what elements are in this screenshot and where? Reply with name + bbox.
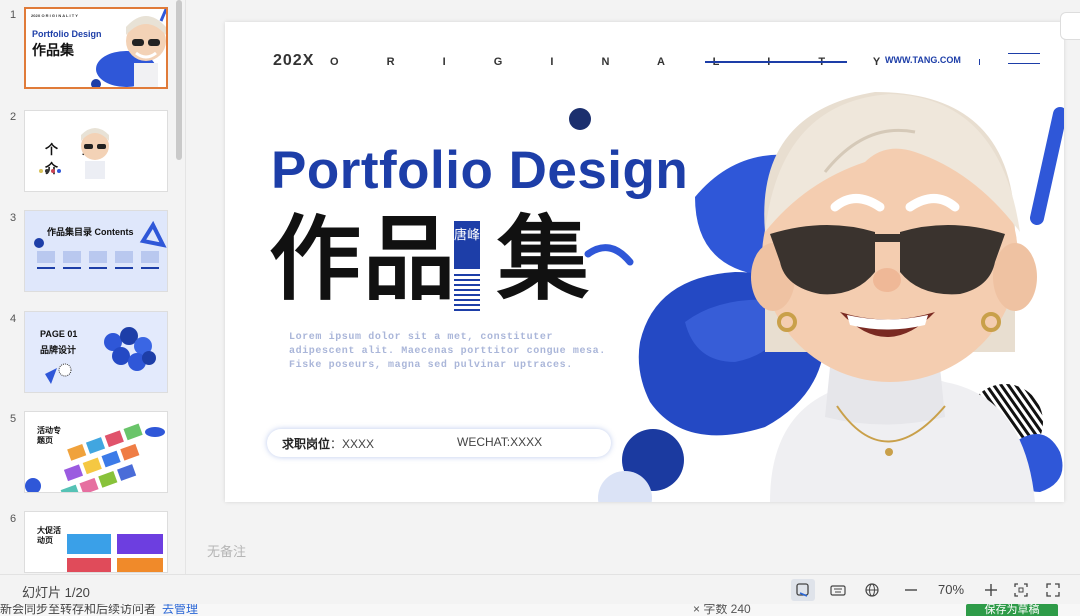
slide-year: 202X <box>273 52 315 69</box>
thumb-illustration <box>67 534 163 572</box>
thumbnail-number: 2 <box>10 111 17 123</box>
manage-link[interactable]: 去管理 <box>162 604 198 616</box>
keyboard-icon <box>830 585 846 596</box>
thumbnail-slide-2[interactable]: 个人 介 <box>24 110 168 192</box>
slide-cn-title-right: 集 <box>497 206 590 313</box>
sync-text: 新会同步至转存和后续访问者 <box>0 604 157 616</box>
fit-icon <box>1014 583 1028 597</box>
thumb-illustration <box>34 220 167 269</box>
slide-title: Portfolio Design <box>271 141 689 200</box>
thumbnail-slide-3[interactable]: 作品集目录 Contents <box>24 210 168 292</box>
presentation-editor: 1 202X O R I G I N A L I T Y Portfolio D… <box>0 0 1080 616</box>
fit-to-window-button[interactable] <box>1009 579 1033 601</box>
job-label: 求职岗位 <box>282 437 331 451</box>
thumbnail-slide-4[interactable]: PAGE 01 品牌设计 <box>24 311 168 393</box>
thumbnail-slide-5[interactable]: 活动专题页 <box>24 411 168 493</box>
thumbnail-number: 4 <box>10 313 17 325</box>
minus-icon <box>905 589 917 591</box>
slide-canvas[interactable]: 202X O R I G I N A L I T Y WWW.TANG.COM … <box>225 22 1064 502</box>
thumbnail-number: 1 <box>10 9 17 21</box>
thumbnail-row-2[interactable]: 2 个人 介 <box>0 109 185 195</box>
slide-cn-title-left: 作品 <box>269 206 458 313</box>
language-button[interactable] <box>860 579 884 601</box>
keyboard-button[interactable] <box>826 579 850 601</box>
zoom-level[interactable]: 70% <box>938 582 964 597</box>
navy-dot-shape <box>569 108 591 130</box>
zoom-in-button[interactable] <box>979 579 1003 601</box>
thumbnail-row-1[interactable]: 1 202X O R I G I N A L I T Y Portfolio D… <box>0 7 185 93</box>
slide-double-line-top <box>1008 53 1040 54</box>
save-draft-button[interactable]: 保存为草稿 <box>966 604 1058 616</box>
zoom-out-button[interactable] <box>899 579 923 601</box>
slide-url: WWW.TANG.COM <box>885 55 961 65</box>
notes-view-button[interactable] <box>791 579 815 601</box>
bottom-info-strip: 新会同步至转存和后续访问者 去管理 × 字数 240 保存为草稿 <box>0 604 1080 616</box>
slide-lorem-text: Lorem ipsum dolor sit a met, constituter… <box>289 332 606 371</box>
thumbnail-scrollbar[interactable] <box>176 0 182 160</box>
fullscreen-button[interactable] <box>1041 579 1065 601</box>
slide-editor: 202X O R I G I N A L I T Y WWW.TANG.COM … <box>187 0 1080 574</box>
thumb-illustration <box>39 128 109 179</box>
slide-rule-line <box>705 61 847 63</box>
slide-name-tag: 唐峰 <box>454 221 480 269</box>
sync-message: 新会同步至转存和后续访问者 去管理 <box>0 604 198 616</box>
plus-icon <box>985 584 997 596</box>
job-field: 求职岗位：XXXX <box>282 435 374 452</box>
thumbnail-row-6[interactable]: 6 大促活动页 <box>0 511 185 574</box>
thumbnail-number: 3 <box>10 212 17 224</box>
notes-placeholder[interactable]: 无备注 <box>207 541 246 560</box>
avatar-character <box>751 92 1037 502</box>
slide-thumbnail-panel[interactable]: 1 202X O R I G I N A L I T Y Portfolio D… <box>0 0 186 574</box>
side-panel-toggle-button[interactable] <box>1060 12 1080 40</box>
slide-counter: 幻灯片 1/20 <box>22 585 90 600</box>
globe-icon <box>865 583 879 597</box>
thumbnail-row-5[interactable]: 5 活动专题页 <box>0 411 185 497</box>
word-count: × 字数 240 <box>693 604 751 616</box>
thumb-illustration <box>25 423 165 492</box>
slide-double-line-bottom <box>1008 63 1040 64</box>
wechat-field: WECHAT:XXXX <box>457 435 543 449</box>
slide-tag-stripes <box>454 274 480 314</box>
fullscreen-icon <box>1046 583 1060 597</box>
thumbnail-number: 5 <box>10 413 17 425</box>
job-value: ：XXXX <box>330 437 375 451</box>
thumbnail-row-3[interactable]: 3 作品集目录 Contents <box>0 210 185 296</box>
slide-contact-pill: 求职岗位：XXXX WECHAT:XXXX <box>267 429 611 457</box>
diagonal-bar-shape <box>1030 107 1064 225</box>
thumbnail-slide-1[interactable]: 202X O R I G I N A L I T Y Portfolio Des… <box>24 7 168 89</box>
status-bar: 幻灯片 1/20 70% <box>0 574 1080 604</box>
thumb-illustration <box>45 327 156 384</box>
thumbnail-number: 6 <box>10 513 17 525</box>
thumbnail-row-4[interactable]: 4 PAGE 01 品牌设计 <box>0 311 185 397</box>
notes-icon <box>796 583 809 597</box>
thumbnail-slide-6[interactable]: 大促活动页 <box>24 511 168 573</box>
thumb-illustration <box>91 9 166 87</box>
slide-tick <box>979 59 980 65</box>
